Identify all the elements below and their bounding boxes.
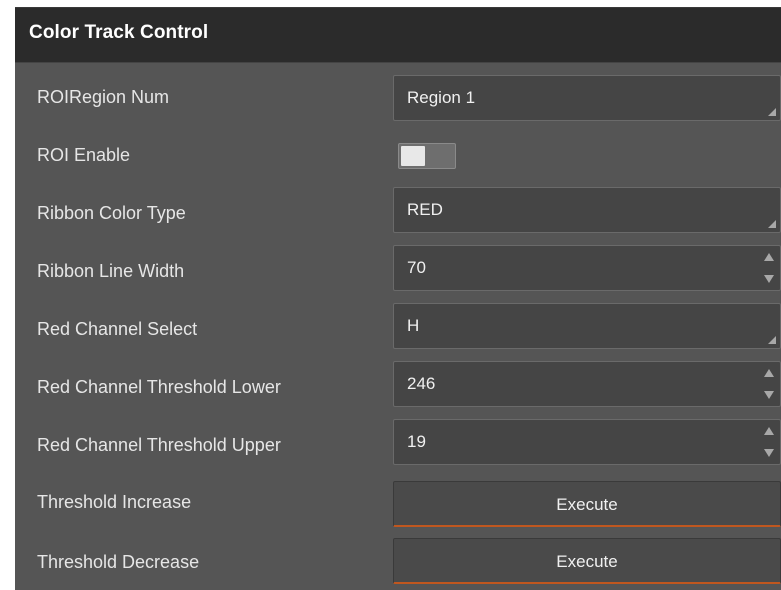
panel-title: Color Track Control xyxy=(29,22,209,43)
label-threshold-decrease: Threshold Decrease xyxy=(37,552,200,572)
color-track-control-panel: Color Track Control ROIRegion Num Region… xyxy=(7,7,781,590)
spin-up-icon[interactable] xyxy=(764,369,774,377)
label-red-channel-threshold-upper: Red Channel Threshold Upper xyxy=(37,435,281,455)
red-channel-threshold-upper-spinbox[interactable]: 19 xyxy=(393,419,781,465)
ribbon-line-width-spinbox[interactable]: 70 xyxy=(393,245,781,291)
spin-down-icon[interactable] xyxy=(764,391,774,399)
spin-down-icon[interactable] xyxy=(764,275,774,283)
label-roi-enable: ROI Enable xyxy=(37,145,131,165)
label-threshold-increase: Threshold Increase xyxy=(37,492,192,512)
row-red-channel-select: Red Channel Select H xyxy=(15,301,781,359)
toggle-knob xyxy=(401,146,425,166)
label-ribbon-line-width: Ribbon Line Width xyxy=(37,261,185,281)
ribbon-color-type-dropdown[interactable]: RED xyxy=(393,187,781,233)
row-threshold-increase: Threshold Increase Execute xyxy=(15,475,781,533)
threshold-increase-execute-button[interactable]: Execute xyxy=(393,481,781,527)
dropdown-corner-icon xyxy=(768,108,776,116)
row-ribbon-color-type: Ribbon Color Type RED xyxy=(15,185,781,243)
spin-down-icon[interactable] xyxy=(764,449,774,457)
label-ribbon-color-type: Ribbon Color Type xyxy=(37,203,186,223)
panel-header[interactable]: Color Track Control xyxy=(15,7,781,63)
row-roi-region-num: ROIRegion Num Region 1 xyxy=(15,69,781,127)
red-channel-select-dropdown[interactable]: H xyxy=(393,303,781,349)
row-red-channel-threshold-upper: Red Channel Threshold Upper 19 xyxy=(15,417,781,475)
red-channel-select-value: H xyxy=(407,316,420,335)
execute-button-label: Execute xyxy=(556,552,618,571)
dropdown-corner-icon xyxy=(768,336,776,344)
ribbon-line-width-value: 70 xyxy=(407,258,426,277)
label-roi-region-num: ROIRegion Num xyxy=(37,87,170,107)
row-roi-enable: ROI Enable xyxy=(15,127,781,185)
label-red-channel-select: Red Channel Select xyxy=(37,319,198,339)
roi-region-num-dropdown[interactable]: Region 1 xyxy=(393,75,781,121)
threshold-decrease-execute-button[interactable]: Execute xyxy=(393,538,781,584)
label-red-channel-threshold-lower: Red Channel Threshold Lower xyxy=(37,377,281,397)
roi-enable-toggle[interactable] xyxy=(398,143,456,169)
spin-up-icon[interactable] xyxy=(764,253,774,261)
dropdown-corner-icon xyxy=(768,220,776,228)
execute-button-label: Execute xyxy=(556,495,618,514)
row-red-channel-threshold-lower: Red Channel Threshold Lower 246 xyxy=(15,359,781,417)
row-threshold-decrease: Threshold Decrease Execute xyxy=(15,531,781,589)
red-channel-threshold-lower-spinbox[interactable]: 246 xyxy=(393,361,781,407)
ribbon-color-type-value: RED xyxy=(407,200,443,219)
roi-region-num-value: Region 1 xyxy=(407,88,476,107)
red-channel-threshold-lower-value: 246 xyxy=(407,374,436,393)
row-ribbon-line-width: Ribbon Line Width 70 xyxy=(15,243,781,301)
red-channel-threshold-upper-value: 19 xyxy=(407,432,426,451)
spin-up-icon[interactable] xyxy=(764,427,774,435)
